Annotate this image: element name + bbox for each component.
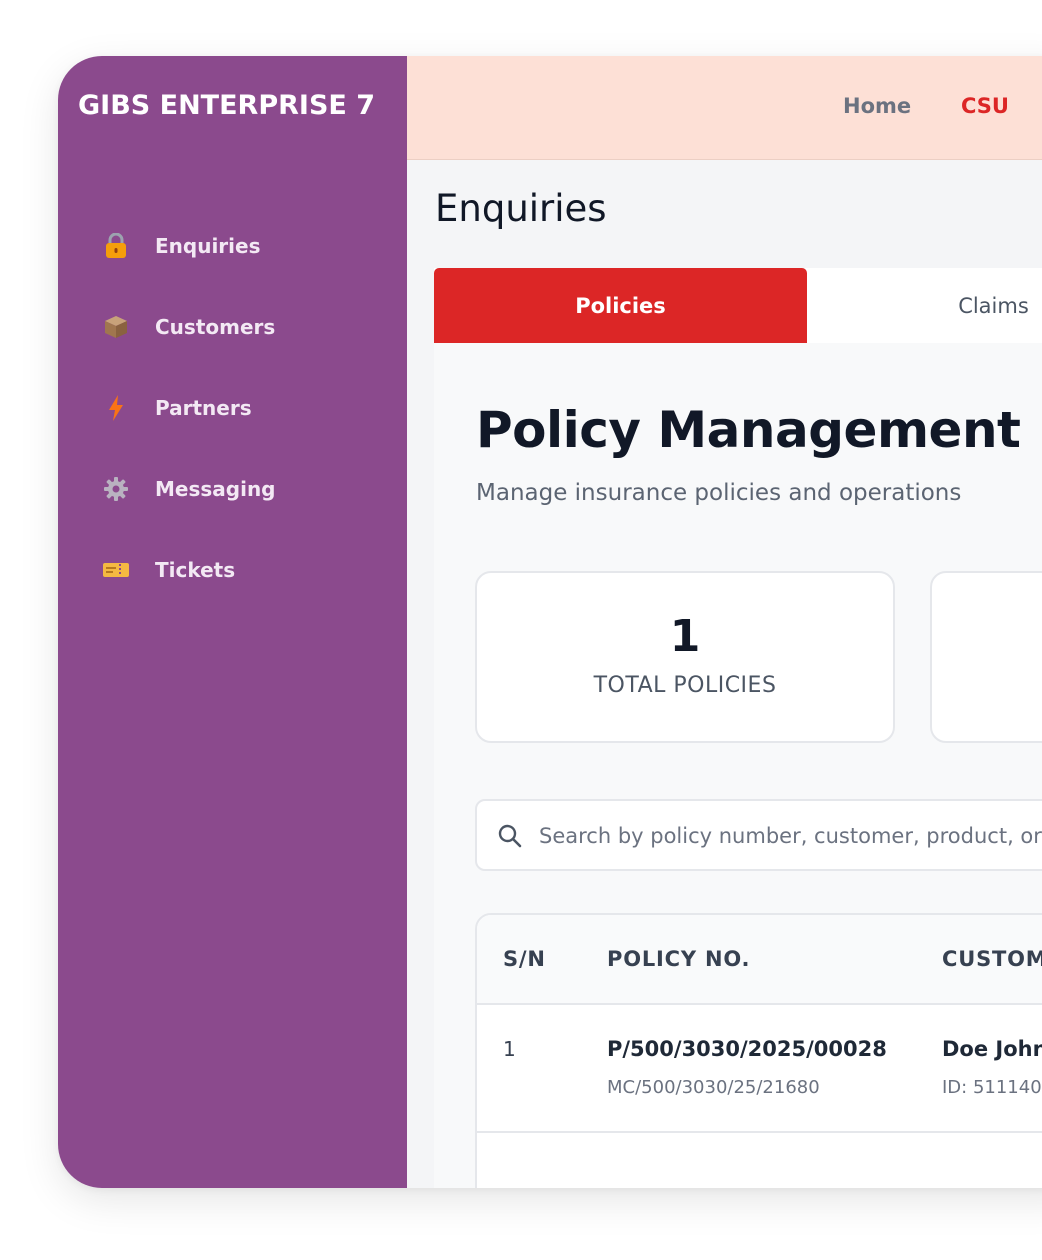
sidebar-item-label: Enquiries [155, 234, 261, 258]
stat-card-total-policies: 1 TOTAL POLICIES [475, 571, 895, 743]
cell-customer-id: ID: 5111408 [942, 1077, 1042, 1098]
sidebar-item-tickets[interactable]: Tickets [102, 550, 235, 590]
nav-link-home[interactable]: Home [843, 94, 911, 118]
search-icon [497, 823, 523, 849]
table-header: S/N POLICY NO. CUSTOMER [477, 915, 1042, 1005]
sidebar-item-messaging[interactable]: Messaging [102, 469, 276, 509]
column-header-customer[interactable]: CUSTOMER [942, 947, 1042, 971]
tab-policies[interactable]: Policies [434, 268, 807, 343]
nav-link-csu[interactable]: CSU [961, 94, 1009, 118]
stat-label: TOTAL POLICIES [593, 673, 777, 698]
column-header-sn[interactable]: S/N [503, 947, 546, 971]
lock-icon [102, 232, 130, 260]
cell-policy-sub: MC/500/3030/25/21680 [607, 1077, 820, 1098]
cell-sn: 1 [503, 1037, 516, 1061]
stat-value: 1 [669, 611, 701, 662]
sidebar-item-label: Partners [155, 396, 252, 420]
sidebar-item-partners[interactable]: Partners [102, 388, 252, 428]
lightning-icon [102, 394, 130, 422]
tab-claims[interactable]: Claims [807, 268, 1042, 343]
ticket-icon [102, 556, 130, 584]
top-navbar: Home CSU [407, 56, 1042, 160]
table-row[interactable]: 1 P/500/3030/2025/00028 MC/500/3030/25/2… [477, 1005, 1042, 1133]
package-icon [102, 313, 130, 341]
sidebar-item-label: Tickets [155, 558, 236, 582]
sidebar: GIBS ENTERPRISE 7 Enquiries Customers Pa… [58, 56, 407, 1188]
cell-policy-number: P/500/3030/2025/00028 [607, 1037, 887, 1061]
search-box [475, 799, 1042, 871]
gear-icon [102, 475, 130, 503]
stat-card [930, 571, 1042, 743]
sidebar-item-label: Messaging [155, 477, 276, 501]
cell-customer-name: Doe John [942, 1037, 1042, 1061]
policies-table: S/N POLICY NO. CUSTOMER 1 P/500/3030/202… [475, 913, 1042, 1188]
search-input[interactable] [537, 815, 1042, 857]
brand-title: GIBS ENTERPRISE 7 [78, 90, 376, 121]
section-title: Policy Management [476, 401, 1021, 459]
sidebar-item-label: Customers [155, 315, 276, 339]
tab-bar: Policies Claims [434, 268, 1042, 343]
sidebar-item-enquiries[interactable]: Enquiries [102, 226, 261, 266]
column-header-policy-no[interactable]: POLICY NO. [607, 947, 750, 971]
page-title: Enquiries [435, 187, 607, 230]
app-window: GIBS ENTERPRISE 7 Enquiries Customers Pa… [58, 56, 1042, 1188]
sidebar-item-customers[interactable]: Customers [102, 307, 275, 347]
section-subtitle: Manage insurance policies and operations [476, 480, 962, 506]
policy-panel: Policy Management Manage insurance polic… [434, 343, 1042, 1188]
